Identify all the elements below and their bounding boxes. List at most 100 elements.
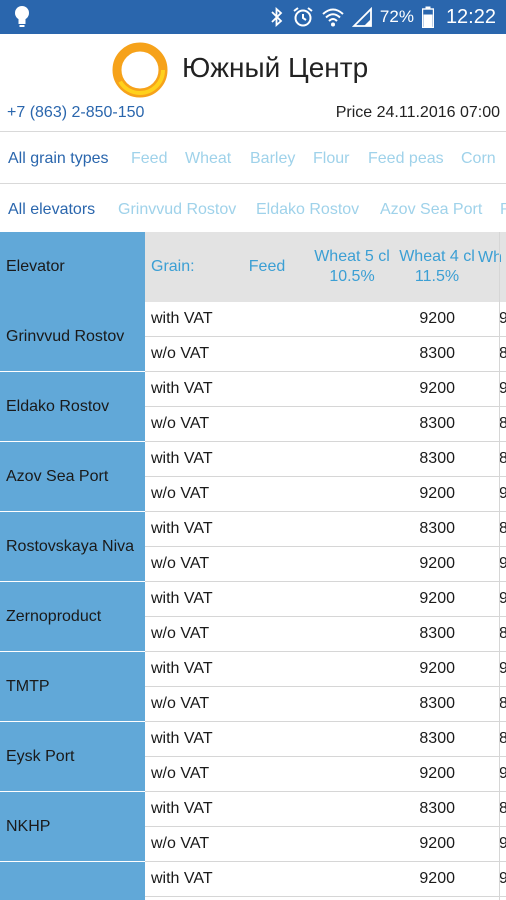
vat-label: w/o VAT	[151, 765, 210, 782]
vat-label: w/o VAT	[151, 695, 210, 712]
novat-row: w/o VAT 8300 8	[145, 407, 506, 442]
elevator-name: Eysk Port	[0, 722, 145, 792]
price-value-next: 8	[499, 730, 506, 747]
vat-row: with VAT 9200 9	[145, 582, 506, 617]
price-value: 9200	[419, 485, 455, 502]
vat-label: w/o VAT	[151, 485, 210, 502]
vat-row: with VAT 8300 8	[145, 442, 506, 477]
vat-label: with VAT	[151, 590, 213, 607]
elevator-name: Rostovskaya Niva	[0, 512, 145, 582]
signal-icon	[351, 7, 372, 27]
elevator-chip-azov[interactable]: Azov Sea Port	[380, 201, 482, 219]
grain-chip-barley[interactable]: Barley	[250, 150, 295, 168]
elevator-name: Azov Sea Port	[0, 442, 145, 512]
bluetooth-icon	[270, 7, 284, 27]
vat-row: with VAT 9200 9	[145, 372, 506, 407]
price-value: 9200	[419, 310, 455, 327]
price-value: 9200	[419, 555, 455, 572]
elevator-name: Zernoproduct	[0, 582, 145, 652]
elevator-column-header: Elevator	[0, 232, 145, 302]
price-value-next: 9	[499, 555, 506, 572]
alarm-icon	[292, 6, 314, 28]
vat-label: with VAT	[151, 870, 213, 887]
table-row: Grinvvud Rostov with VAT 9200 9 w/o VAT 830…	[0, 302, 506, 372]
price-value-next: 8	[499, 450, 506, 467]
price-value: 9200	[419, 660, 455, 677]
next-column-header: Wh	[478, 249, 502, 266]
price-value-next: 8	[499, 695, 506, 712]
price-value-next: 8	[499, 415, 506, 432]
table-row: NZT with VAT 9200 9	[0, 862, 506, 900]
price-value: 8300	[419, 695, 455, 712]
app-title: Южный Центр	[182, 52, 369, 83]
vat-label: with VAT	[151, 450, 213, 467]
wheat5-header-protein: 10.5%	[329, 268, 375, 285]
price-value-next: 8	[499, 800, 506, 817]
novat-row: w/o VAT 8300 8	[145, 617, 506, 652]
grain-chip-wheat[interactable]: Wheat	[185, 150, 231, 168]
wheat4-header-protein: 11.5%	[414, 268, 460, 285]
vat-label: with VAT	[151, 520, 213, 537]
novat-row: w/o VAT 8300 8	[145, 687, 506, 722]
elevator-chip-grinvvud[interactable]: Grinvvud Rostov	[118, 201, 236, 219]
grain-chip-feed-peas[interactable]: Feed peas	[368, 150, 444, 168]
grain-chip-flour[interactable]: Flour	[313, 150, 349, 168]
elevator-name: NKHP	[0, 792, 145, 862]
price-value-next: 9	[499, 380, 506, 397]
price-value-next: 9	[499, 590, 506, 607]
grain-type-filter: All grain types Feed Wheat Barley Flour …	[0, 133, 506, 184]
wheat5-column-header: Wheat 5 cl 10.5%	[307, 232, 397, 302]
elevator-name: NZT	[0, 862, 145, 900]
vat-row: with VAT 9200 9	[145, 862, 506, 897]
elevator-chip-eldako[interactable]: Eldako Rostov	[256, 201, 359, 219]
price-value-next: 9	[499, 485, 506, 502]
novat-row: w/o VAT 8300 8	[145, 337, 506, 372]
wheat4-header-class: Wheat 4 cl	[399, 248, 475, 265]
vat-label: with VAT	[151, 380, 213, 397]
price-value-next: 9	[499, 870, 506, 887]
table-row: Rostovskaya Niva with VAT 8300 8 w/o VAT 92…	[0, 512, 506, 582]
elevator-chip-all[interactable]: All elevators	[8, 201, 95, 219]
elevator-chip-next[interactable]: R	[500, 201, 506, 219]
clock-time: 12:22	[445, 5, 496, 28]
price-value-next: 9	[499, 835, 506, 852]
table-row: Eldako Rostov with VAT 9200 9 w/o VAT 8300 8	[0, 372, 506, 442]
table-row: Azov Sea Port with VAT 8300 8 w/o VAT 9200 9	[0, 442, 506, 512]
vat-row: with VAT 8300 8	[145, 792, 506, 827]
elevator-name: Eldako Rostov	[0, 372, 145, 442]
price-table[interactable]: Elevator Grain: Feed Wheat 5 cl 10.5% Whe…	[0, 232, 506, 900]
price-value: 8300	[419, 625, 455, 642]
wifi-icon	[322, 7, 344, 27]
vat-label: with VAT	[151, 730, 213, 747]
battery-icon	[421, 6, 434, 28]
vat-row: with VAT 8300 8	[145, 722, 506, 757]
price-value: 9200	[419, 765, 455, 782]
table-row: TMTP with VAT 9200 9 w/o VAT 8300 8	[0, 652, 506, 722]
price-value-next: 9	[499, 310, 506, 327]
price-value: 8300	[419, 450, 455, 467]
price-value: 8300	[419, 730, 455, 747]
novat-row: w/o VAT 9200 9	[145, 757, 506, 792]
price-value: 8300	[419, 800, 455, 817]
price-value: 9200	[419, 590, 455, 607]
price-value-next: 9	[499, 765, 506, 782]
price-value: 8300	[419, 345, 455, 362]
elevator-filter: All elevators Grinvvud Rostov Eldako Ros…	[0, 184, 506, 235]
vat-label: with VAT	[151, 310, 213, 327]
price-value-next: 9	[499, 660, 506, 677]
feed-column-header: Feed	[248, 258, 286, 275]
price-value: 9200	[419, 835, 455, 852]
grain-chip-feed[interactable]: Feed	[131, 150, 167, 168]
grain-column-header: Grain:	[151, 258, 195, 275]
phone-link[interactable]: +7 (863) 2-850-150	[7, 104, 144, 122]
column-divider	[499, 232, 500, 900]
battery-level: 72%	[379, 7, 414, 26]
grain-chip-all[interactable]: All grain types	[8, 150, 109, 168]
price-value: 9200	[419, 380, 455, 397]
vat-label: with VAT	[151, 800, 213, 817]
price-value-next: 8	[499, 625, 506, 642]
grain-chip-corn[interactable]: Corn	[461, 150, 496, 168]
status-bar: 72% 12:22	[0, 0, 506, 34]
novat-row: w/o VAT 9200 9	[145, 827, 506, 862]
price-value-next: 8	[499, 520, 506, 537]
